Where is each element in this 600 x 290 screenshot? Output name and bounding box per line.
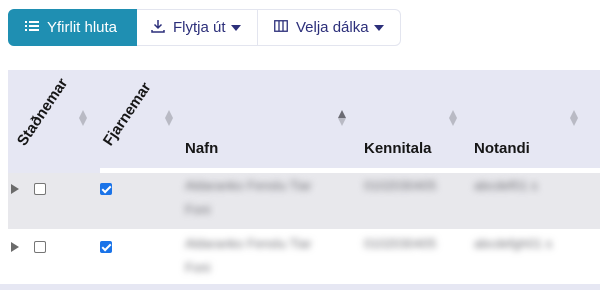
- name-cell: Aldaranko Fenslu Tiar: [185, 178, 312, 193]
- list-icon: [25, 19, 39, 36]
- notandi-cell: abcdef01 s: [474, 178, 538, 193]
- sort-icon[interactable]: [165, 110, 173, 126]
- notandi-cell: abcdefgh01 s: [474, 236, 553, 251]
- export-button[interactable]: Flytja út: [137, 9, 258, 46]
- column-header-fjarnemar[interactable]: Fjarnemar: [100, 79, 155, 149]
- column-header-notandi[interactable]: Notandi: [474, 140, 530, 157]
- name-cell-line2: Foni: [185, 202, 211, 217]
- column-header-kennitala[interactable]: Kennitala: [364, 140, 432, 157]
- expand-row-icon[interactable]: [11, 184, 19, 194]
- columns-icon: [274, 19, 288, 36]
- stadnemar-checkbox[interactable]: [34, 241, 46, 253]
- table-row: Aldaranko Fenslu Tiar Foni 0102030405 ab…: [8, 173, 600, 229]
- sort-icon[interactable]: [570, 110, 578, 126]
- export-button-label: Flytja út: [173, 19, 226, 36]
- column-header-nafn[interactable]: Nafn: [185, 140, 218, 157]
- choose-columns-button[interactable]: Velja dálka: [258, 9, 401, 46]
- table-row: Aldaranko Fenslu Tiar Foni 0102030405 ab…: [8, 231, 600, 287]
- column-header-stadnemar[interactable]: Staðnemar: [14, 75, 71, 149]
- choose-columns-label: Velja dálka: [296, 19, 369, 36]
- kennitala-cell: 0102030405: [364, 178, 437, 193]
- name-cell-line2: Foni: [185, 260, 211, 275]
- chevron-down-icon: [230, 24, 241, 31]
- sort-icon[interactable]: [449, 110, 457, 126]
- table-toolbar: Yfirlit hluta Flytja út Velja dálka: [8, 9, 401, 46]
- overview-button[interactable]: Yfirlit hluta: [8, 9, 137, 46]
- kennitala-cell: 0102030405: [364, 236, 437, 251]
- expand-row-icon[interactable]: [11, 242, 19, 252]
- sort-ascending-icon[interactable]: [338, 110, 346, 126]
- fjarnemar-checkbox[interactable]: [100, 241, 112, 253]
- stadnemar-checkbox[interactable]: [34, 183, 46, 195]
- overview-button-label: Yfirlit hluta: [47, 19, 118, 36]
- chevron-down-icon: [373, 24, 384, 31]
- table-header: Staðnemar Fjarnemar Nafn Kennitala Notan…: [8, 70, 600, 168]
- fjarnemar-checkbox[interactable]: [100, 183, 112, 195]
- table-bottom-border: [0, 284, 600, 290]
- sort-icon[interactable]: [79, 110, 87, 126]
- download-icon: [151, 19, 165, 37]
- name-cell: Aldaranko Fenslu Tiar: [185, 236, 312, 251]
- students-table: Staðnemar Fjarnemar Nafn Kennitala Notan…: [8, 70, 600, 290]
